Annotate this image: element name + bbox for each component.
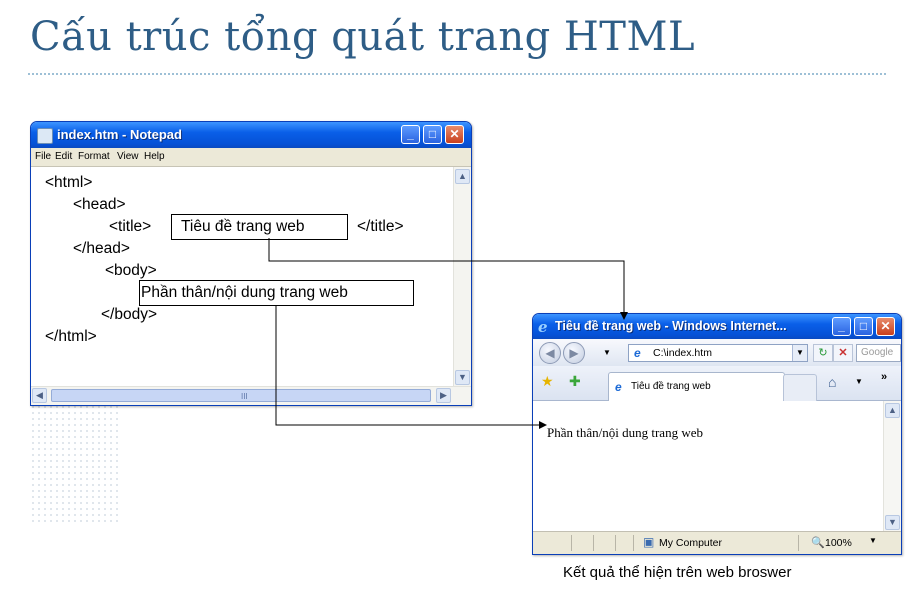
browser-result-caption: Kết quả thể hiện trên web broswer bbox=[563, 564, 792, 581]
title-connector-line bbox=[268, 238, 628, 320]
body-connector-line bbox=[275, 306, 547, 429]
connector-arrows bbox=[268, 238, 628, 429]
